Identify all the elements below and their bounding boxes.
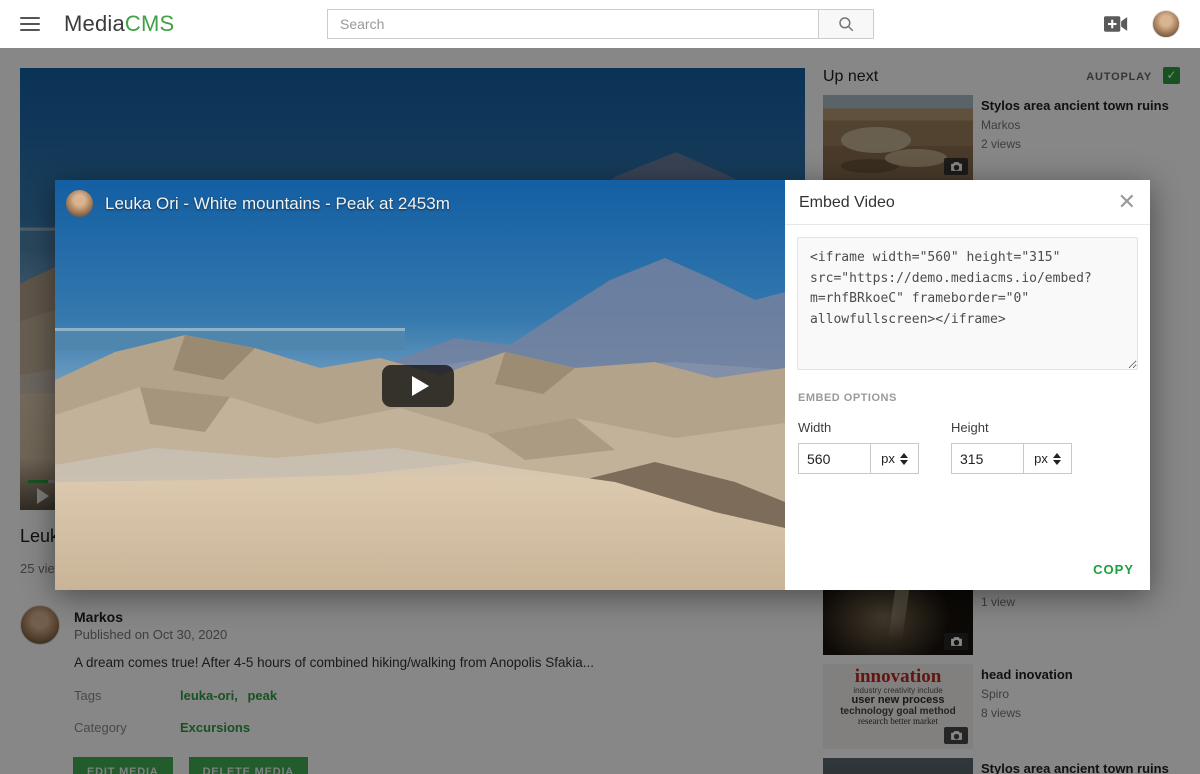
search-button[interactable]: [818, 10, 873, 38]
play-button[interactable]: [382, 365, 454, 407]
spinner-icon: [900, 453, 908, 465]
height-input[interactable]: [951, 443, 1024, 474]
width-unit-select[interactable]: px: [871, 443, 919, 474]
copy-button[interactable]: COPY: [1093, 562, 1134, 577]
mediacms-app: Leuka Ori - White mountains - Peak at 24…: [0, 0, 1200, 774]
embed-video-modal: Leuka Ori - White mountains - Peak at 24…: [55, 180, 1150, 590]
user-avatar[interactable]: [1152, 10, 1180, 38]
width-input[interactable]: [798, 443, 871, 474]
width-field: Width px: [798, 420, 919, 474]
embed-options-panel: Embed Video ✕ <iframe width="560" height…: [785, 180, 1150, 590]
search-bar: [327, 9, 874, 39]
embed-video-title: Leuka Ori - White mountains - Peak at 24…: [105, 194, 450, 214]
search-input[interactable]: [328, 10, 818, 38]
close-icon[interactable]: ✕: [1118, 190, 1136, 214]
mediacms-logo[interactable]: MediaCMS: [64, 11, 174, 37]
spinner-icon: [1053, 453, 1061, 465]
height-field: Height px: [951, 420, 1072, 474]
height-unit-select[interactable]: px: [1024, 443, 1072, 474]
play-icon: [412, 376, 429, 396]
embed-code-textarea[interactable]: <iframe width="560" height="315" src="ht…: [797, 237, 1138, 370]
embed-preview-player[interactable]: Leuka Ori - White mountains - Peak at 24…: [55, 180, 785, 590]
channel-avatar[interactable]: [66, 190, 93, 217]
width-label: Width: [798, 420, 919, 435]
menu-icon[interactable]: [20, 17, 40, 31]
height-label: Height: [951, 420, 1072, 435]
upload-video-icon[interactable]: [1104, 15, 1128, 33]
modal-title: Embed Video: [799, 194, 895, 212]
embed-options-label: EMBED OPTIONS: [798, 392, 897, 404]
top-navbar: MediaCMS: [0, 0, 1200, 48]
search-icon: [837, 15, 855, 33]
